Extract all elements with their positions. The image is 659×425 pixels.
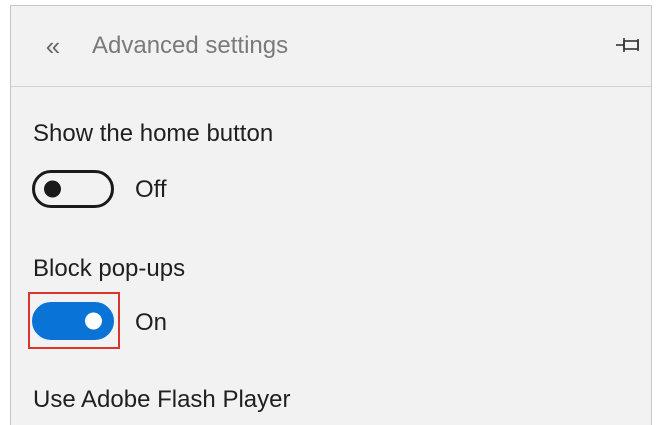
- setting-label-block-popups: Block pop-ups: [33, 255, 186, 282]
- setting-label-flash-player: Use Adobe Flash Player: [33, 386, 291, 413]
- panel-header: « Advanced settings: [11, 6, 651, 87]
- page-title: Advanced settings: [92, 32, 289, 59]
- block-popups-toggle[interactable]: [32, 302, 114, 340]
- toggle-knob: [44, 180, 61, 198]
- pin-icon: [616, 38, 639, 52]
- advanced-settings-panel: « Advanced settings Show the home button…: [10, 5, 652, 425]
- home-button-toggle-state: Off: [135, 176, 167, 203]
- setting-label-home-button: Show the home button: [33, 120, 274, 147]
- toggle-knob: [85, 312, 102, 330]
- back-button[interactable]: «: [40, 28, 66, 64]
- double-chevron-left-icon: «: [45, 31, 61, 61]
- block-popups-toggle-state: On: [135, 309, 168, 336]
- pin-button[interactable]: [615, 34, 643, 56]
- home-button-toggle[interactable]: [32, 170, 114, 208]
